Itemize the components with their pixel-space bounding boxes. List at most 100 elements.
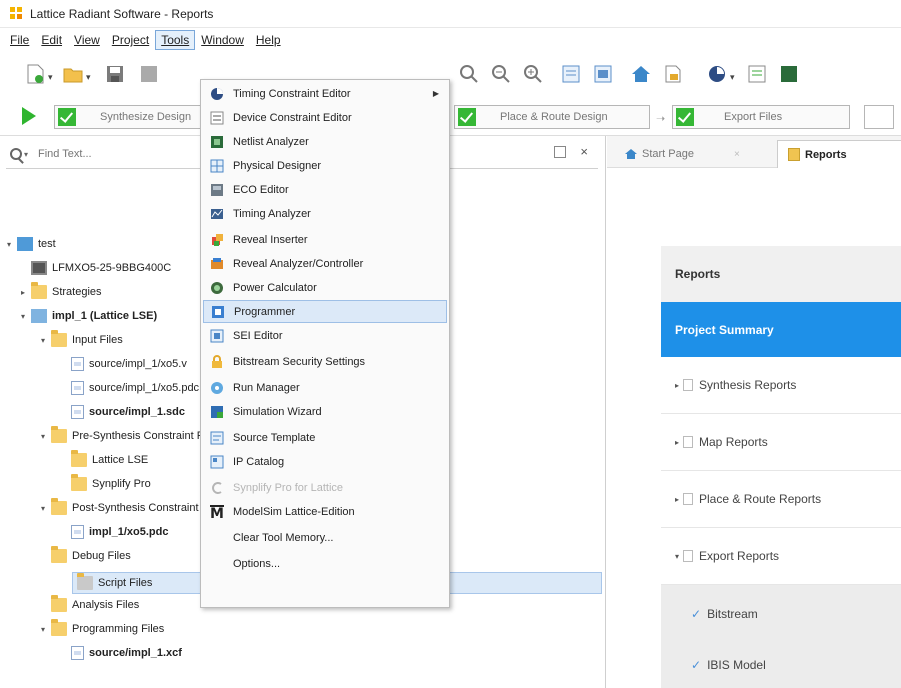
- tree-item-impl[interactable]: ▾ impl_1 (Lattice LSE): [18, 305, 157, 327]
- tree-item-input-files[interactable]: ▾ Input Files: [38, 329, 123, 351]
- tree-item-debug-files[interactable]: Debug Files: [38, 545, 131, 567]
- flow-step-export[interactable]: Export Files: [672, 105, 850, 129]
- source-template-icon: [210, 431, 224, 444]
- flow-step-synthesize[interactable]: Synthesize Design: [54, 105, 224, 129]
- menu-project[interactable]: Project: [106, 30, 155, 50]
- bitstream-report-item[interactable]: ✓ Bitstream: [661, 585, 901, 642]
- tree-item-file[interactable]: source/impl_1/xo5.pdc: [58, 377, 199, 399]
- tree-item-programming-files[interactable]: ▾ Programming Files: [38, 618, 164, 640]
- place-route-reports-item[interactable]: ▸ Place & Route Reports: [661, 471, 901, 528]
- netlist-analyzer-icon[interactable]: [778, 63, 800, 85]
- menu-item-netlist-analyzer[interactable]: Netlist Analyzer: [203, 130, 447, 153]
- menu-item-sei-editor[interactable]: SEI Editor: [203, 324, 447, 347]
- ibis-model-report-item[interactable]: ✓ IBIS Model: [661, 642, 901, 688]
- chevron-down-icon[interactable]: ▾: [38, 432, 48, 441]
- open-folder-icon[interactable]: [62, 63, 84, 85]
- report-view-icon[interactable]: [560, 63, 582, 85]
- tab-reports[interactable]: Reports: [777, 140, 901, 168]
- tree-item-post-synthesis[interactable]: ▾ Post-Synthesis Constraint Files: [38, 497, 225, 519]
- programmer-icon: [212, 305, 224, 318]
- menu-item-timing-analyzer[interactable]: Timing Analyzer: [203, 202, 447, 225]
- synthesis-reports-item[interactable]: ▸ Synthesis Reports: [661, 357, 901, 414]
- chevron-down-icon[interactable]: ▾: [38, 336, 48, 345]
- netlist-view-icon[interactable]: [592, 63, 614, 85]
- folder-icon: [51, 595, 67, 612]
- flow-step-extra[interactable]: [864, 105, 894, 129]
- chevron-down-icon[interactable]: ▾: [4, 240, 14, 249]
- menu-item-simulation-wizard[interactable]: Simulation Wizard: [203, 400, 447, 423]
- menu-help[interactable]: Help: [250, 30, 287, 50]
- export-reports-item[interactable]: ▾ Export Reports: [661, 528, 901, 585]
- new-file-icon[interactable]: [24, 63, 46, 85]
- chevron-down-icon[interactable]: ▾: [18, 312, 28, 321]
- search-dropdown-icon[interactable]: ▾: [24, 150, 28, 159]
- zoom-fit-icon[interactable]: [458, 63, 480, 85]
- new-file-dropdown-icon[interactable]: ▾: [48, 72, 53, 83]
- zoom-in-icon[interactable]: [490, 63, 512, 85]
- toolbar: ▾ ▾ ▾: [0, 52, 901, 98]
- run-all-play-icon[interactable]: [22, 107, 36, 125]
- constraint-icon[interactable]: [746, 63, 768, 85]
- menu-item-bitstream-security[interactable]: Bitstream Security Settings: [203, 350, 447, 373]
- chevron-right-icon: ▸: [675, 380, 680, 390]
- chevron-right-icon[interactable]: ▸: [18, 288, 28, 297]
- tree-item-file[interactable]: source/impl_1.xcf: [58, 642, 182, 664]
- menu-item-power-calculator[interactable]: Power Calculator: [203, 276, 447, 299]
- menu-window[interactable]: Window: [195, 30, 250, 50]
- tree-item-synplify-pro[interactable]: Synplify Pro: [58, 473, 151, 495]
- menu-item-programmer[interactable]: Programmer: [203, 300, 447, 323]
- save-icon[interactable]: [104, 63, 126, 85]
- map-reports-item[interactable]: ▸ Map Reports: [661, 414, 901, 471]
- menu-item-run-manager[interactable]: Run Manager: [203, 376, 447, 399]
- tree-item-file[interactable]: source/impl_1/xo5.v: [58, 353, 187, 375]
- menu-item-physical-designer[interactable]: Physical Designer: [203, 154, 447, 177]
- menu-item-device-constraint-editor[interactable]: Device Constraint Editor: [203, 106, 447, 129]
- menu-item-clear-tool-memory[interactable]: Clear Tool Memory...: [203, 526, 447, 549]
- simulation-wizard-icon: [211, 405, 223, 418]
- check-icon: ✓: [691, 606, 702, 621]
- timing-dropdown-icon[interactable]: ▾: [730, 72, 735, 83]
- reports-icon[interactable]: [662, 63, 684, 85]
- menu-tools[interactable]: Tools: [155, 30, 196, 50]
- timing-icon[interactable]: [706, 63, 728, 85]
- search-icon[interactable]: [10, 148, 22, 160]
- menu-item-reveal-inserter[interactable]: Reveal Inserter: [203, 228, 447, 251]
- menu-edit[interactable]: Edit: [35, 30, 68, 50]
- open-dropdown-icon[interactable]: ▾: [86, 72, 91, 83]
- close-icon[interactable]: ×: [580, 144, 588, 159]
- zoom-out-icon[interactable]: [522, 63, 544, 85]
- home-icon[interactable]: [630, 63, 652, 85]
- eco-editor-icon: [211, 183, 223, 196]
- menu-file[interactable]: File: [4, 30, 35, 50]
- chevron-down-icon[interactable]: ▾: [38, 625, 48, 634]
- chevron-down-icon[interactable]: ▾: [38, 504, 48, 513]
- save-all-icon[interactable]: [138, 63, 160, 85]
- tree-item-file[interactable]: source/impl_1.sdc: [58, 401, 185, 423]
- file-icon: [71, 357, 84, 371]
- flow-step-place-route[interactable]: Place & Route Design: [454, 105, 650, 129]
- menu-item-eco-editor[interactable]: ECO Editor: [203, 178, 447, 201]
- menu-item-reveal-analyzer[interactable]: Reveal Analyzer/Controller: [203, 252, 447, 275]
- menu-item-options[interactable]: Options...: [203, 552, 447, 575]
- tree-item-pre-synthesis[interactable]: ▾ Pre-Synthesis Constraint Files: [38, 425, 220, 447]
- tab-start-page[interactable]: Start Page ×: [615, 140, 771, 168]
- menu-item-modelsim[interactable]: M ModelSim Lattice-Edition: [203, 500, 447, 523]
- tree-item-analysis-files[interactable]: Analysis Files: [38, 594, 139, 616]
- menu-item-synplify-pro[interactable]: Synplify Pro for Lattice: [203, 476, 447, 499]
- chip-icon: [31, 261, 47, 275]
- menu-view[interactable]: View: [68, 30, 106, 50]
- menu-item-ip-catalog[interactable]: IP Catalog: [203, 450, 447, 473]
- tree-item-device[interactable]: LFMXO5-25-9BBG400C: [18, 257, 171, 279]
- menu-item-source-template[interactable]: Source Template: [203, 426, 447, 449]
- pop-out-icon[interactable]: [554, 146, 566, 158]
- menu-item-timing-constraint-editor[interactable]: Timing Constraint Editor ▶: [203, 82, 447, 105]
- project-summary-item[interactable]: Project Summary: [661, 302, 901, 357]
- tree-item-file[interactable]: impl_1/xo5.pdc: [58, 521, 168, 543]
- folder-icon: [77, 573, 93, 590]
- tools-menu-dropdown: Timing Constraint Editor ▶ Device Constr…: [200, 79, 450, 608]
- check-icon: [458, 108, 476, 126]
- tree-item-strategies[interactable]: ▸ Strategies: [18, 281, 102, 303]
- tree-item-lattice-lse[interactable]: Lattice LSE: [58, 449, 148, 471]
- close-tab-icon[interactable]: ×: [734, 149, 740, 160]
- tree-item-project[interactable]: ▾ test: [4, 233, 56, 255]
